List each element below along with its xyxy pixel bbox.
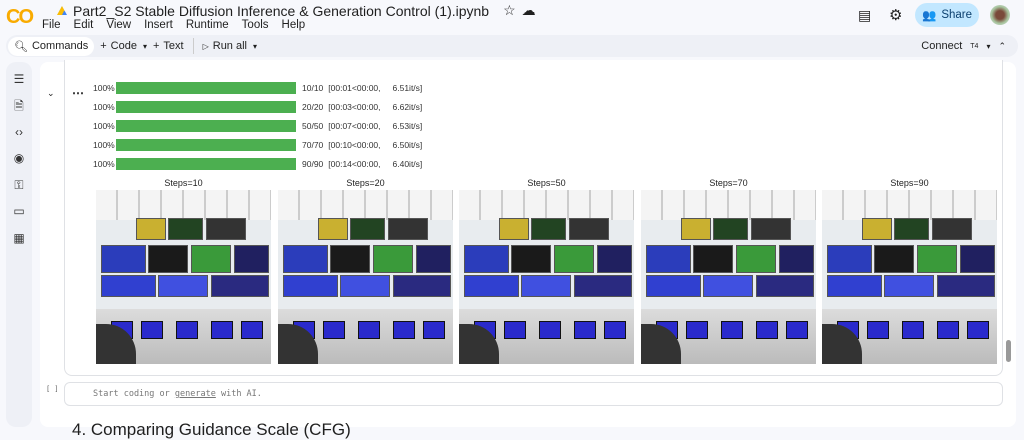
progress-row: 100% 50/50 [00:07<00:00, 6.53it/s] <box>93 120 422 132</box>
progress-time: [00:14<00:00, <box>328 159 381 169</box>
image-caption: Steps=20 <box>346 178 385 188</box>
chevron-up-icon[interactable]: ⌃ <box>998 41 1006 52</box>
generated-image <box>96 190 271 364</box>
progress-row: 100% 70/70 [00:10<00:00, 6.50it/s] <box>93 139 422 151</box>
variables-icon[interactable]: ◉ <box>12 151 26 165</box>
progress-time: [00:10<00:00, <box>328 140 381 150</box>
menu-tools[interactable]: Tools <box>242 19 269 31</box>
runtime-label: T4 <box>970 42 979 50</box>
secrets-key-icon[interactable]: ⚿ <box>12 178 26 192</box>
share-button[interactable]: 👥 Share <box>915 3 979 27</box>
progress-count: 90/90 <box>302 159 324 169</box>
run-all-button[interactable]: ▷ Run all <box>197 37 253 55</box>
progress-percent: 100% <box>93 159 115 169</box>
divider <box>192 38 194 54</box>
progress-count: 20/20 <box>302 102 324 112</box>
progress-rate: 6.62it/s] <box>392 102 423 112</box>
generate-link[interactable]: generate <box>175 389 216 399</box>
menu-file[interactable]: File <box>42 19 61 31</box>
menu-edit[interactable]: Edit <box>74 19 94 31</box>
output-actions-icon[interactable]: ⋯ <box>72 86 84 100</box>
progress-track <box>116 101 296 113</box>
drive-icon <box>57 6 67 15</box>
image-caption: Steps=70 <box>709 178 748 188</box>
progress-percent: 100% <box>93 121 115 131</box>
star-icon[interactable]: ☆ <box>503 2 516 19</box>
menu-view[interactable]: View <box>106 19 131 31</box>
left-sidebar: ☰ 🗎 ‹› ◉ ⚿ ▭ ▦ <box>6 62 32 427</box>
progress-percent: 100% <box>93 102 115 112</box>
image-caption: Steps=10 <box>164 178 203 188</box>
progress-count: 70/70 <box>302 140 324 150</box>
colab-logo[interactable]: CO <box>6 6 34 29</box>
find-icon[interactable]: 🗎 <box>12 99 26 113</box>
commands-button[interactable]: 🔍︎ Commands <box>8 36 95 56</box>
progress-rate: 6.40it/s] <box>392 159 423 169</box>
code-snippets-icon[interactable]: ‹› <box>12 125 26 139</box>
progress-bar <box>116 82 296 94</box>
chevron-down-icon[interactable]: ▾ <box>253 42 257 51</box>
progress-rate: 6.53it/s] <box>392 121 423 131</box>
progress-bar <box>116 158 296 170</box>
image-caption: Steps=50 <box>527 178 566 188</box>
add-code-button[interactable]: + Code <box>94 37 143 55</box>
search-icon: 🔍︎ <box>14 40 28 53</box>
cloud-icon[interactable]: ☁ <box>522 2 536 19</box>
plus-icon: + <box>152 40 160 52</box>
progress-rate: 6.51it/s] <box>392 83 423 93</box>
progress-bar <box>116 120 296 132</box>
menu-help[interactable]: Help <box>282 19 306 31</box>
notebook-title-bar: Part2_S2 Stable Diffusion Inference & Ge… <box>57 2 536 19</box>
play-icon: ▷ <box>202 41 209 51</box>
menu-bar: File Edit View Insert Runtime Tools Help <box>42 19 305 31</box>
data-table-icon[interactable]: ▦ <box>12 231 26 245</box>
progress-bar <box>116 101 296 113</box>
generated-image <box>459 190 634 364</box>
progress-row: 100% 90/90 [00:14<00:00, 6.40it/s] <box>93 158 422 170</box>
generated-image <box>641 190 816 364</box>
generated-image <box>822 190 997 364</box>
progress-count: 50/50 <box>302 121 324 131</box>
menu-runtime[interactable]: Runtime <box>186 19 229 31</box>
notebook-title[interactable]: Part2_S2 Stable Diffusion Inference & Ge… <box>73 3 489 19</box>
table-of-contents-icon[interactable]: ☰ <box>12 72 26 86</box>
progress-track <box>116 139 296 151</box>
progress-percent: 100% <box>93 140 115 150</box>
avatar[interactable] <box>990 5 1010 25</box>
people-icon: 👥 <box>921 10 937 22</box>
progress-time: [00:07<00:00, <box>328 121 381 131</box>
progress-time: [00:01<00:00, <box>328 83 381 93</box>
empty-code-cell[interactable]: Start coding or generate with AI. <box>64 382 1003 406</box>
scrollbar[interactable] <box>1006 340 1011 362</box>
add-text-button[interactable]: + Text <box>147 37 190 55</box>
generated-image <box>278 190 453 364</box>
cell-bracket: [ ] <box>46 385 59 393</box>
progress-track <box>116 120 296 132</box>
toolbar: 🔍︎ Commands + Code ▾ + Text ▷ Run all ▾ Conn… <box>6 35 1018 57</box>
settings-icon[interactable]: ⚙ <box>889 6 902 24</box>
plus-icon: + <box>100 40 107 52</box>
chevron-down-icon[interactable]: ▾ <box>986 42 990 51</box>
files-folder-icon[interactable]: ▭ <box>12 204 26 218</box>
section-heading: 4. Comparing Guidance Scale (CFG) <box>72 420 351 439</box>
image-caption: Steps=90 <box>890 178 929 188</box>
progress-percent: 100% <box>93 83 115 93</box>
progress-bar <box>116 139 296 151</box>
collapse-chevron-icon[interactable]: ⌄ <box>47 88 55 99</box>
progress-time: [00:03<00:00, <box>328 102 381 112</box>
menu-insert[interactable]: Insert <box>144 19 173 31</box>
progress-rate: 6.50it/s] <box>392 140 423 150</box>
progress-track <box>116 158 296 170</box>
progress-track <box>116 82 296 94</box>
connect-button[interactable]: Connect <box>921 40 962 52</box>
progress-row: 100% 10/10 [00:01<00:00, 6.51it/s] <box>93 82 422 94</box>
progress-row: 100% 20/20 [00:03<00:00, 6.62it/s] <box>93 101 422 113</box>
progress-count: 10/10 <box>302 83 324 93</box>
comments-icon[interactable]: ▤ <box>858 7 871 24</box>
